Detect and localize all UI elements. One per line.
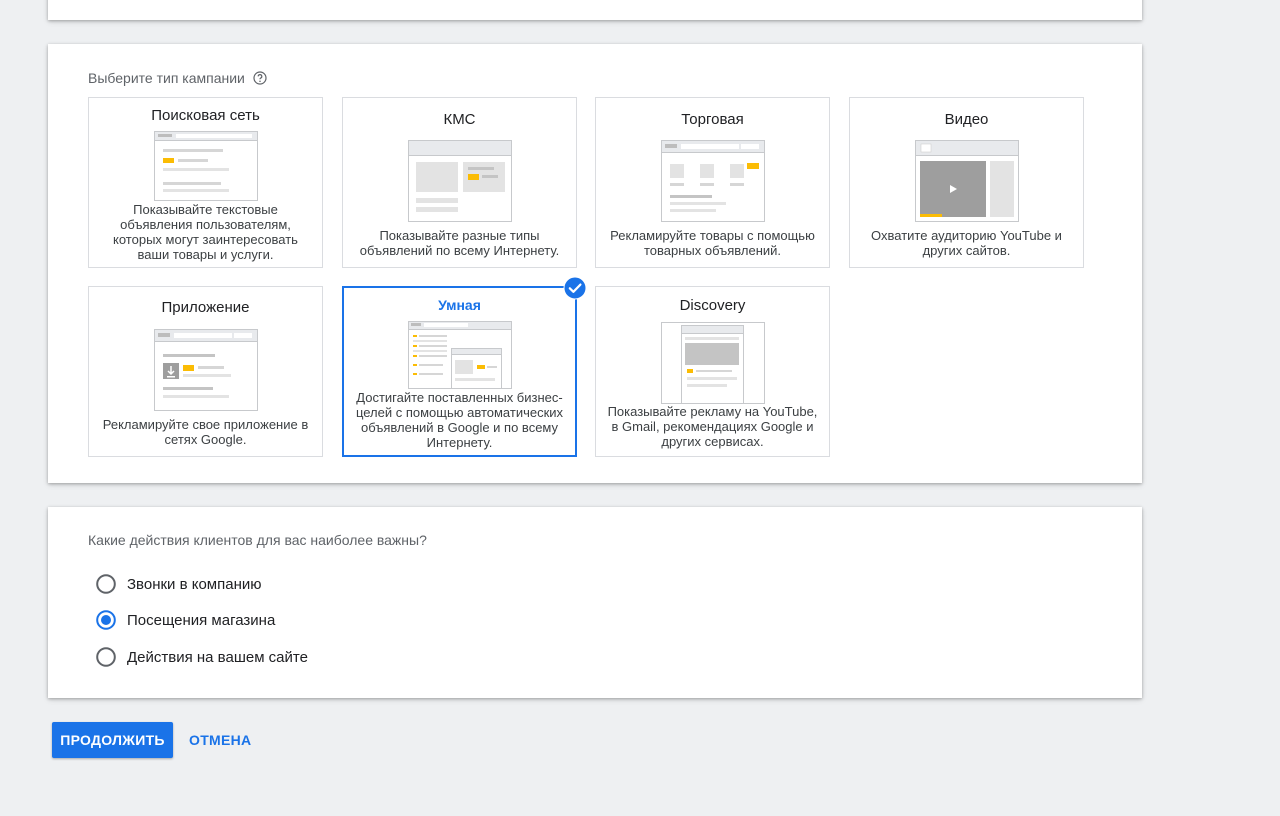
tile-title: Видео [944, 111, 989, 128]
customer-actions-card: Какие действия клиентов для вас наиболее… [48, 507, 1142, 698]
display-illustration [408, 140, 512, 222]
tile-description: Рекламируйте товары с помощью товарных о… [610, 228, 815, 258]
radio-unchecked-icon[interactable] [96, 574, 116, 594]
goal-option-calls[interactable]: Звонки в компанию [96, 572, 262, 596]
smart-illustration [408, 321, 512, 389]
campaign-type-heading: Выберите тип кампании [88, 70, 267, 86]
video-illustration [915, 140, 1019, 222]
goal-option-store-visits[interactable]: Посещения магазина [96, 608, 275, 632]
tile-title: Поисковая сеть [151, 107, 260, 124]
help-icon[interactable] [253, 71, 267, 85]
tile-description: Охватите аудиторию YouTube и других сайт… [871, 228, 1062, 258]
tile-description: Показывайте текстовые объявления пользов… [113, 202, 298, 262]
campaign-tile-search[interactable]: Поисковая сеть Показывайте текстовые объ… [88, 97, 323, 268]
campaign-type-label: Выберите тип кампании [88, 70, 245, 86]
campaign-tile-discovery[interactable]: Discovery Показывайте рекламу на YouTube… [595, 286, 830, 457]
campaign-tile-smart[interactable]: Умная Достигайте поставленных бизнес-цел… [342, 276, 587, 457]
campaign-tile-app[interactable]: Приложение Рекламируйте свое приложение … [88, 286, 323, 457]
radio-checked-icon[interactable] [96, 610, 116, 630]
tile-title: Discovery [679, 297, 746, 314]
tile-description: Рекламируйте свое приложение в сетях Goo… [102, 417, 309, 447]
continue-button[interactable]: ПРОДОЛЖИТЬ [52, 722, 173, 758]
tile-title: Приложение [161, 299, 250, 316]
cancel-button[interactable]: ОТМЕНА [180, 722, 260, 758]
tile-title: Умная [438, 297, 481, 313]
tile-title: КМС [443, 111, 476, 128]
tile-title: Торговая [681, 111, 744, 128]
previous-section-card [48, 0, 1142, 20]
goal-option-label: Действия на вашем сайте [127, 648, 308, 666]
goal-option-label: Посещения магазина [127, 611, 276, 629]
tile-description: Достигайте поставленных бизнес-целей с п… [355, 390, 564, 450]
radio-unchecked-icon[interactable] [96, 647, 116, 667]
campaign-tile-video[interactable]: Видео Охватите аудиторию YouTube и други… [849, 97, 1084, 268]
campaign-tile-shopping[interactable]: Торговая Рекламируйте товары с помощью т… [595, 97, 830, 268]
campaign-type-card: Выберите тип кампании Поисковая сеть Пок… [48, 44, 1142, 483]
discovery-illustration [661, 322, 765, 404]
selected-check-icon [563, 276, 587, 300]
goal-option-website-actions[interactable]: Действия на вашем сайте [96, 645, 308, 669]
tile-description: Показывайте разные типы объявлений по вс… [359, 228, 560, 258]
search-illustration [154, 131, 258, 201]
shopping-illustration [661, 140, 765, 222]
campaign-tile-display[interactable]: КМС Показывайте разные типы объявлений п… [342, 97, 577, 268]
goal-option-label: Звонки в компанию [127, 575, 262, 593]
app-illustration [154, 329, 258, 411]
customer-actions-label: Какие действия клиентов для вас наиболее… [88, 532, 427, 548]
tile-description: Показывайте рекламу на YouTube, в Gmail,… [607, 404, 818, 449]
